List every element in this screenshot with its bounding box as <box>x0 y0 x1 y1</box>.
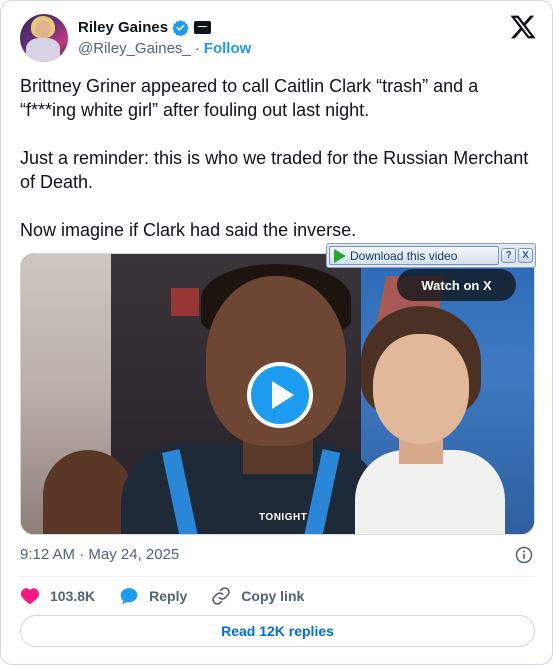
video-overlay-text: TONIGHT <box>259 512 308 523</box>
author-name[interactable]: Riley Gaines <box>78 19 168 36</box>
follow-button[interactable]: Follow <box>204 40 252 57</box>
copy-link-button[interactable]: Copy link <box>211 586 304 606</box>
tweet-timestamp[interactable]: 9:12 AM · May 24, 2025 <box>20 546 179 563</box>
reply-label: Reply <box>149 588 188 604</box>
download-video-label: Download this video <box>350 248 458 263</box>
verified-badge-icon <box>172 19 189 36</box>
download-video-button[interactable]: Download this video <box>329 246 500 265</box>
reply-bubble-icon <box>120 588 138 605</box>
play-button[interactable] <box>247 362 313 428</box>
action-bar: 103.8K Reply Copy link <box>20 585 328 607</box>
like-count: 103.8K <box>50 588 96 604</box>
author-avatar[interactable] <box>20 14 68 62</box>
read-replies-button[interactable]: Read 12K replies <box>20 615 535 647</box>
play-icon <box>272 381 294 409</box>
tweet-card: Riley Gaines @Riley_Gaines_ · Follow Bri… <box>0 0 553 665</box>
affiliate-badge-icon <box>194 20 212 34</box>
tweet-paragraph: Now imagine if Clark had said the invers… <box>20 220 357 240</box>
reply-button[interactable]: Reply <box>119 586 187 606</box>
author-name-row: Riley Gaines <box>78 17 212 37</box>
tweet-paragraph: Brittney Griner appeared to call Caitlin… <box>20 76 479 120</box>
author-handle-row: @Riley_Gaines_ · Follow <box>78 40 251 57</box>
download-help-button[interactable]: ? <box>501 248 517 263</box>
separator-dot: · <box>194 40 200 57</box>
link-icon <box>212 587 231 605</box>
download-close-button[interactable]: X <box>518 248 533 263</box>
x-logo-icon[interactable] <box>509 13 537 41</box>
copy-link-label: Copy link <box>241 588 305 604</box>
tweet-text: Brittney Griner appeared to call Caitlin… <box>20 74 535 242</box>
divider <box>20 576 535 577</box>
author-handle[interactable]: @Riley_Gaines_ <box>78 40 191 57</box>
tweet-paragraph: Just a reminder: this is who we traded f… <box>20 148 529 192</box>
heart-icon <box>21 588 39 605</box>
info-icon[interactable] <box>514 545 534 565</box>
watch-on-x-button[interactable]: Watch on X <box>397 269 516 301</box>
download-toolbar: Download this video ? X <box>326 243 536 268</box>
like-button[interactable]: 103.8K <box>20 587 95 605</box>
download-arrow-icon <box>334 248 346 263</box>
